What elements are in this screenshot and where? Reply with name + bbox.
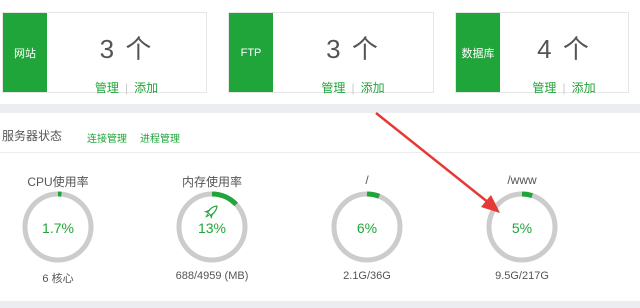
database-manage-link[interactable]: 管理 (532, 81, 556, 95)
database-add-link[interactable]: 添加 (572, 81, 596, 95)
site-links: 管理 | 添加 (47, 79, 206, 96)
site-count: 3 个 (99, 34, 154, 64)
site-tag: 网站 (3, 13, 47, 92)
gauge-value: 13% (197, 220, 227, 236)
ftp-card: FTP 3 个 管理 | 添加 (228, 12, 434, 96)
gauge-value: 1.7% (42, 220, 74, 236)
divider: | (351, 81, 355, 95)
database-count: 4 个 (537, 34, 591, 64)
gauge-label: /www (507, 173, 537, 187)
divider: | (124, 81, 129, 95)
site-card: 网站 3 个 管理 | 添加 (2, 12, 207, 96)
database-tag: 数据库 (456, 13, 500, 92)
gauge-sub: 6 核心 (42, 273, 74, 285)
divider: | (562, 81, 566, 95)
gauge-label: CPU使用率 (27, 175, 89, 189)
gauge-value: 6% (356, 220, 378, 236)
overview-section: 网站 3 个 管理 | 添加 FTP 3 个 管理 | 添加 数据库 4 个 管理 | 添加 (0, 0, 640, 104)
site-add-link[interactable]: 添加 (134, 81, 158, 95)
ftp-add-link[interactable]: 添加 (361, 81, 385, 95)
database-links: 管理 | 添加 (500, 79, 628, 96)
database-card: 数据库 4 个 管理 | 添加 (455, 12, 629, 96)
bottom-divider (0, 301, 640, 308)
ftp-manage-link[interactable]: 管理 (321, 81, 345, 95)
connection-manage-link[interactable]: 连接管理 (87, 130, 127, 145)
gauge-label: 内存使用率 (181, 175, 242, 189)
gauge-sub: 9.5G/217G (495, 270, 549, 282)
gauge-sub: 2.1G/36G (343, 270, 391, 282)
gauge-label: / (365, 173, 369, 187)
panel-header: 服务器状态 连接管理 进程管理 (0, 113, 640, 153)
rocket-icon (203, 205, 218, 220)
site-manage-link[interactable]: 管理 (95, 81, 119, 95)
process-manage-link[interactable]: 进程管理 (140, 130, 180, 145)
gauge-sub: 688/4959 (MB) (175, 270, 249, 282)
ftp-count: 3 个 (326, 34, 380, 64)
ftp-links: 管理 | 添加 (273, 79, 433, 96)
gauge-value: 5% (511, 220, 533, 236)
panel-title: 服务器状态 (2, 129, 63, 143)
ftp-tag: FTP (229, 13, 273, 92)
